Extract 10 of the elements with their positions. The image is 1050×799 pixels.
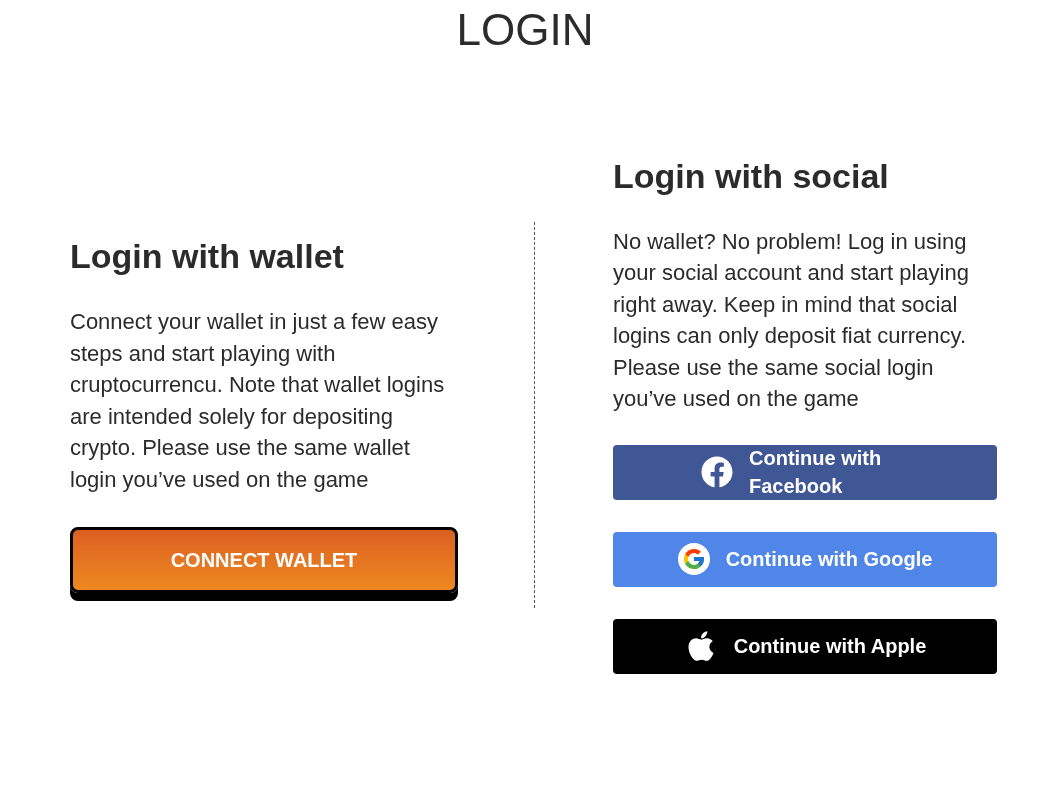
facebook-icon xyxy=(701,456,733,488)
apple-login-button[interactable]: Continue with Apple xyxy=(613,618,997,674)
google-login-button[interactable]: Continue with Google xyxy=(613,531,997,587)
page-title: LOGIN xyxy=(456,4,594,56)
facebook-login-button[interactable]: Continue with Facebook xyxy=(613,444,997,500)
social-description: No wallet? No problem! Log in using your social account and start playing right away. Keep in mind that social logins can only deposit fiat currency. Please use the same social login you’ve used on the game xyxy=(613,227,970,413)
google-icon xyxy=(677,543,710,575)
wallet-description: Connect your wallet in just a few easy steps and start playing with cruptocurrencu. Note that wallet logins are intended solely for depositing crypto. Please use the same wallet login you’ve used on the game xyxy=(70,308,446,494)
wallet-heading: Login with wallet xyxy=(70,236,345,276)
social-heading: Login with social xyxy=(613,155,890,196)
